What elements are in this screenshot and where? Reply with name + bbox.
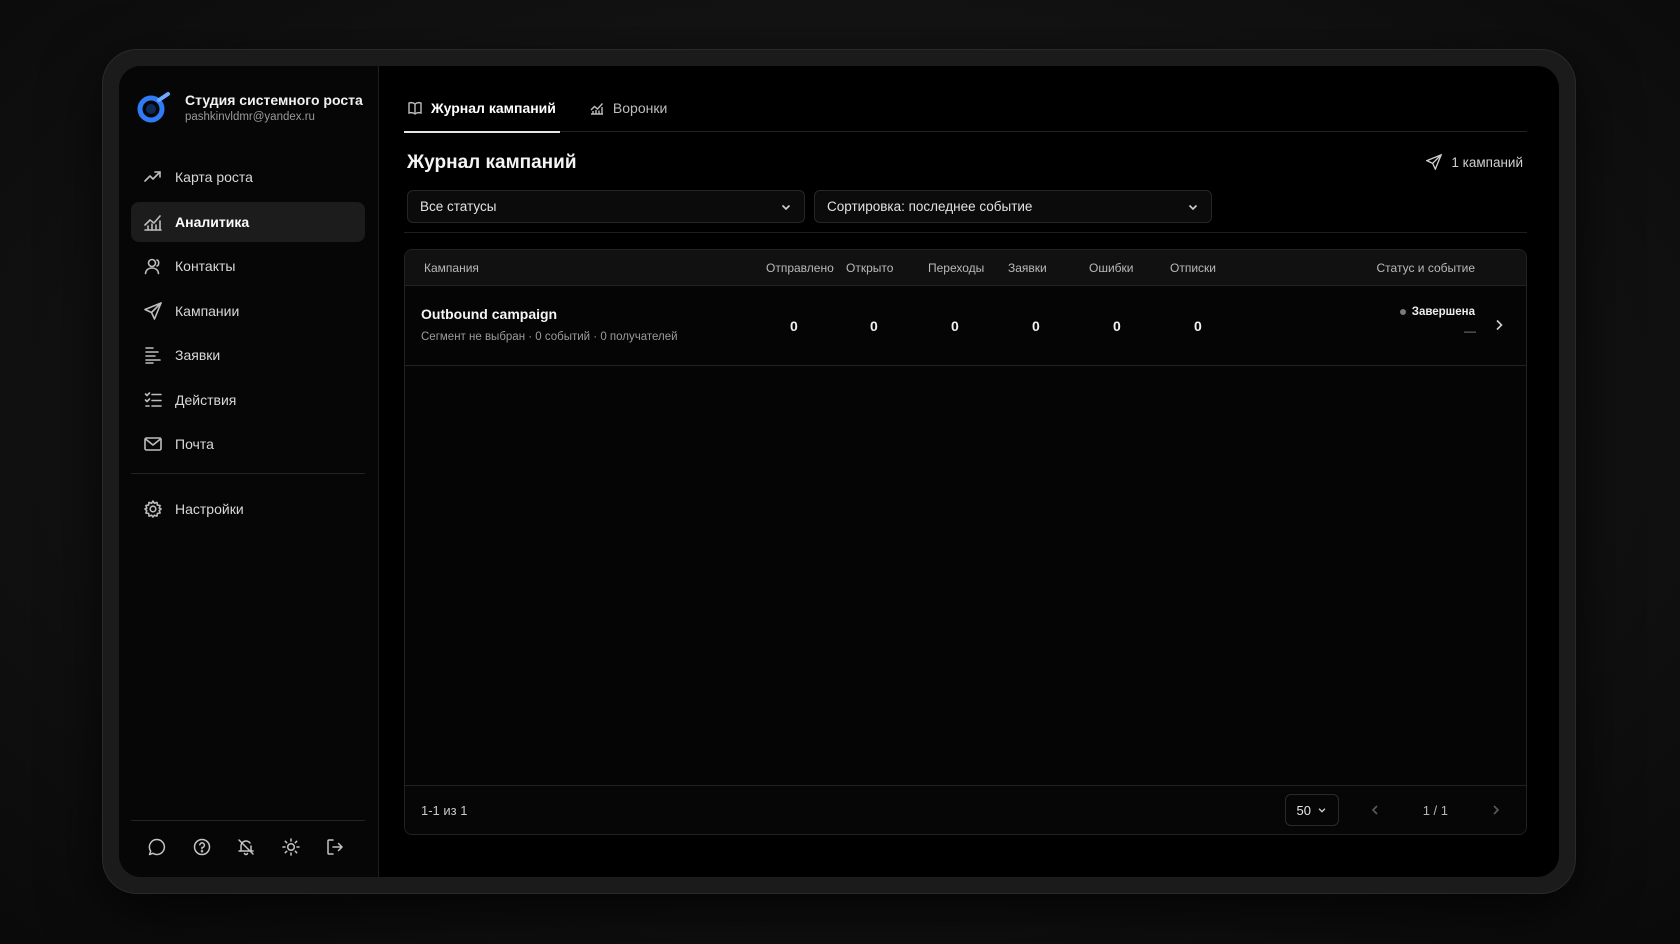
tab-label: Воронки [612, 100, 668, 116]
column-header-opened[interactable]: Открыто [846, 261, 893, 275]
page-size-value: 50 [1296, 802, 1311, 818]
sidebar-item-actions[interactable]: Действия [131, 380, 365, 420]
column-header-unsubs[interactable]: Отписки [1170, 261, 1216, 275]
logout-icon[interactable] [313, 832, 358, 862]
unsubs-value: 0 [1194, 318, 1202, 334]
filters: Все статусы Сортировка: последнее событи… [407, 190, 1221, 223]
app-screen: Студия системного роста pashkinvldmr@yan… [119, 66, 1559, 877]
page-title: Журнал кампаний [407, 152, 577, 173]
sun-icon[interactable] [269, 832, 314, 862]
chevron-down-icon [1318, 808, 1326, 813]
growth-icon [143, 167, 163, 187]
help-icon[interactable] [180, 832, 225, 862]
opened-value: 0 [870, 318, 878, 334]
status-filter-value: Все статусы [420, 199, 497, 214]
sidebar-bottom-toolbar [135, 832, 358, 862]
chevron-right-icon [1493, 805, 1500, 815]
last-event: — [1464, 324, 1476, 338]
chevron-down-icon [781, 204, 791, 210]
sidebar-item-analytics[interactable]: Аналитика [131, 201, 365, 242]
sidebar-item-label: Кампании [175, 302, 240, 319]
sidebar-bottom-divider [131, 820, 365, 821]
sent-value: 0 [790, 318, 798, 334]
sidebar-item-label: Контакты [175, 258, 236, 274]
brand-name: Студия системного роста [185, 92, 363, 108]
table-header: Кампания Отправлено Открыто Переходы Зая… [405, 250, 1526, 286]
brand[interactable]: Студия системного роста pashkinvldmr@yan… [135, 90, 363, 126]
sidebar-item-label: Аналитика [175, 213, 250, 230]
list-icon [143, 345, 163, 365]
next-page-button[interactable] [1482, 796, 1510, 824]
chevron-left-icon [1371, 805, 1378, 815]
campaign-name: Outbound campaign [421, 306, 558, 322]
sidebar-item-leads[interactable]: Заявки [131, 335, 365, 375]
column-header-status[interactable]: Статус и событие [1377, 261, 1475, 275]
chevron-down-icon [1188, 204, 1198, 210]
send-icon [143, 301, 163, 321]
status-badge: Завершена [1399, 306, 1475, 318]
column-header-clicks[interactable]: Переходы [928, 261, 984, 275]
campaign-count-label: 1 кампаний [1451, 154, 1523, 170]
chat-icon[interactable] [135, 832, 180, 862]
checklist-icon [143, 390, 163, 410]
table-footer: 1-1 из 1 50 1 / 1 [405, 785, 1526, 834]
send-icon [1426, 154, 1443, 170]
sidebar-item-label: Настройки [175, 501, 244, 517]
sidebar-item-label: Почта [175, 436, 214, 452]
filters-divider [404, 232, 1527, 233]
campaign-count: 1 кампаний [1426, 154, 1523, 170]
tab-label: Журнал кампаний [431, 100, 556, 116]
sidebar-item-label: Заявки [175, 347, 221, 363]
pagination-range: 1-1 из 1 [421, 803, 468, 818]
bell-off-icon[interactable] [224, 832, 269, 862]
column-header-campaign[interactable]: Кампания [424, 261, 479, 275]
errors-value: 0 [1113, 318, 1121, 334]
column-header-leads[interactable]: Заявки [1008, 261, 1047, 275]
sidebar-item-campaigns[interactable]: Кампании [131, 291, 365, 331]
sidebar-nav: Карта роста Аналитика Контакты Кампании … [131, 157, 365, 469]
sidebar-item-label: Действия [175, 391, 237, 408]
status-dot [1399, 309, 1406, 315]
tab-campaign-log[interactable]: Журнал кампаний [404, 84, 560, 133]
campaign-meta: Сегмент не выбран · 0 событий · 0 получа… [421, 331, 678, 343]
user-icon [143, 256, 163, 276]
page-info: 1 / 1 [1422, 802, 1448, 818]
page-size-select[interactable]: 50 [1284, 794, 1339, 826]
sidebar-item-contacts[interactable]: Контакты [131, 246, 365, 286]
sort-select[interactable]: Сортировка: последнее событие [814, 190, 1212, 223]
table-row[interactable]: Outbound campaign Сегмент не выбран · 0 … [405, 286, 1526, 366]
status-filter-select[interactable]: Все статусы [407, 190, 805, 223]
gear-icon [143, 499, 163, 519]
leads-value: 0 [1032, 318, 1040, 334]
column-header-errors[interactable]: Ошибки [1089, 261, 1134, 275]
sidebar-item-settings[interactable]: Настройки [131, 489, 365, 529]
sidebar-divider [131, 473, 365, 474]
pagination: 50 1 / 1 [1284, 794, 1510, 826]
brand-email: pashkinvldmr@yandex.ru [185, 111, 315, 123]
sidebar-item-label: Карта роста [175, 169, 253, 185]
sort-value: Сортировка: последнее событие [827, 199, 1033, 214]
chevron-right-icon[interactable] [1492, 318, 1506, 337]
main-content: Журнал кампаний Воронки Журнал кампаний … [380, 66, 1559, 877]
logo-ring-icon [137, 92, 170, 123]
clicks-value: 0 [951, 318, 959, 334]
status-label: Завершена [1411, 306, 1475, 318]
tab-funnels[interactable]: Воронки [586, 84, 671, 132]
column-header-sent[interactable]: Отправлено [766, 261, 834, 275]
sidebar-settings-group: Настройки [131, 489, 365, 534]
sidebar-item-mail[interactable]: Почта [131, 424, 365, 464]
sidebar-item-growth-map[interactable]: Карта роста [131, 157, 365, 197]
book-icon [408, 102, 422, 115]
tabs: Журнал кампаний Воронки [404, 84, 1527, 133]
analytics-icon [143, 212, 163, 232]
sidebar: Студия системного роста pashkinvldmr@yan… [119, 66, 379, 877]
prev-page-button[interactable] [1361, 796, 1389, 824]
campaigns-table: Кампания Отправлено Открыто Переходы Зая… [404, 249, 1527, 835]
chart-icon [590, 103, 603, 115]
mail-icon [143, 434, 163, 454]
